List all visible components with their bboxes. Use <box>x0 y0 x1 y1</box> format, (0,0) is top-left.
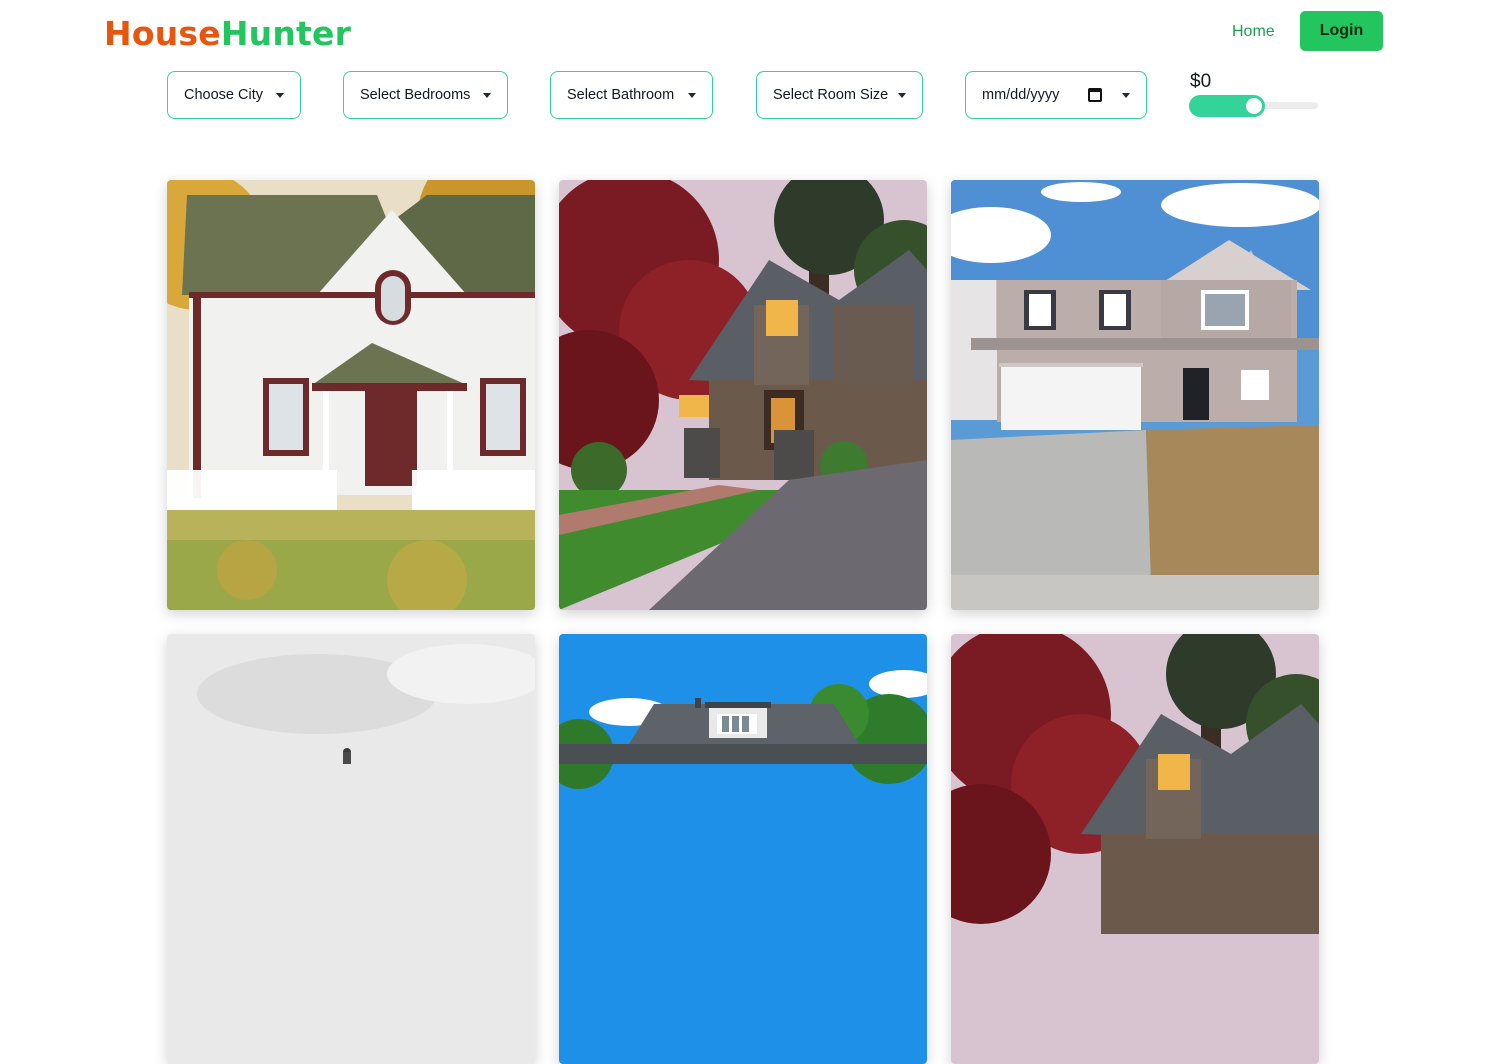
bedrooms-select[interactable]: Select Bedrooms <box>343 71 508 119</box>
logo-part-house: House <box>104 14 221 53</box>
price-value: $0 <box>1190 71 1212 92</box>
date-input[interactable]: mm/dd/yyyy <box>965 71 1147 119</box>
city-select[interactable]: Choose City <box>167 71 301 119</box>
nav-home-link[interactable]: Home <box>1232 21 1275 43</box>
calendar-icon[interactable] <box>1088 88 1102 102</box>
house-image-craftsman <box>951 634 1319 1064</box>
bathroom-select[interactable]: Select Bathroom <box>550 71 713 119</box>
bathroom-select-label: Select Bathroom <box>567 87 675 103</box>
site-logo[interactable]: HouseHunter <box>104 14 351 54</box>
logo-part-hunter: Hunter <box>220 14 352 53</box>
login-button[interactable]: Login <box>1300 11 1383 51</box>
house-image-overcast <box>167 634 535 1064</box>
price-slider-thumb[interactable] <box>1244 96 1264 116</box>
room-size-select-label: Select Room Size <box>773 87 889 103</box>
listing-card[interactable] <box>167 180 535 610</box>
caret-down-icon <box>898 93 906 98</box>
listing-card[interactable] <box>559 634 927 1064</box>
caret-down-icon <box>1122 93 1130 98</box>
caret-down-icon <box>483 93 491 98</box>
house-image-two-story <box>951 180 1319 610</box>
bedrooms-select-label: Select Bedrooms <box>360 87 471 103</box>
caret-down-icon <box>688 93 696 98</box>
house-image-craftsman <box>559 180 927 610</box>
date-input-placeholder: mm/dd/yyyy <box>982 87 1060 103</box>
listing-card[interactable] <box>951 634 1319 1064</box>
house-image-cottage <box>167 180 535 610</box>
listing-card[interactable] <box>167 634 535 1064</box>
listing-card[interactable] <box>951 180 1319 610</box>
city-select-label: Choose City <box>184 87 263 103</box>
caret-down-icon <box>276 93 284 98</box>
room-size-select[interactable]: Select Room Size <box>756 71 923 119</box>
house-image-blue-sky <box>559 634 927 1064</box>
listing-card[interactable] <box>559 180 927 610</box>
